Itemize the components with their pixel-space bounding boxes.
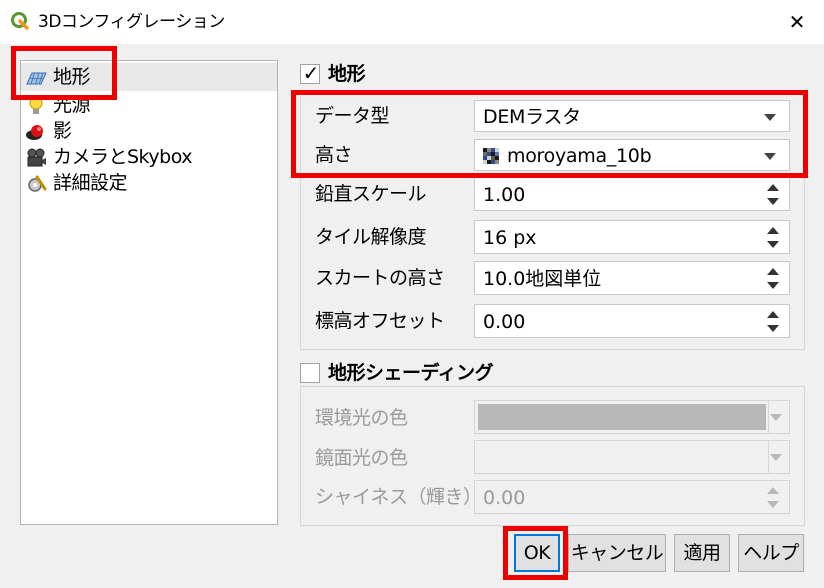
ok-button[interactable]: OK — [514, 534, 560, 572]
skirt-height-label: スカートの高さ — [315, 267, 445, 289]
elevation-offset-label: 標高オフセット — [315, 310, 445, 332]
title-bar: 3Dコンフィグレーション ✕ — [0, 0, 824, 44]
chevron-down-icon — [770, 414, 782, 421]
settings-nav-list: 地形 光源 影 カメラとSkybox 詳細設定 — [20, 60, 278, 525]
checkmark-icon: ✓ — [302, 61, 320, 85]
chevron-down-icon — [770, 454, 782, 461]
spin-down-icon[interactable] — [767, 198, 779, 205]
spin-up-icon[interactable] — [767, 268, 779, 275]
terrain-shading-title: 地形シェーディング — [328, 362, 494, 384]
specular-color-swatch — [478, 444, 766, 470]
spin-down-icon[interactable] — [767, 282, 779, 289]
data-type-dropdown[interactable]: DEMラスタ — [474, 100, 790, 132]
elevation-layer-dropdown[interactable]: moroyama_10b — [474, 139, 790, 171]
specular-color-button[interactable] — [474, 440, 790, 474]
specular-color-label: 鏡面光の色 — [315, 447, 408, 469]
nav-item-camera-skybox[interactable]: カメラとSkybox — [21, 143, 277, 171]
elevation-offset-value: 0.00 — [483, 311, 526, 333]
spin-up-icon[interactable] — [767, 487, 779, 494]
spin-down-icon[interactable] — [767, 325, 779, 332]
terrain-icon — [26, 72, 47, 85]
shininess-value: 0.00 — [483, 487, 526, 509]
spin-down-icon[interactable] — [767, 501, 779, 508]
nav-item-light[interactable]: 光源 — [21, 91, 277, 119]
data-type-value: DEMラスタ — [483, 106, 581, 128]
camera-icon — [27, 148, 46, 167]
nav-item-label: 地形 — [53, 66, 91, 88]
shininess-label: シャイネス（輝き） — [315, 486, 482, 508]
tile-resolution-value: 16 px — [483, 227, 537, 249]
shininess-spinbox[interactable]: 0.00 — [474, 480, 790, 514]
nav-item-shadow[interactable]: 影 — [21, 117, 277, 145]
shadow-icon — [26, 125, 43, 140]
cancel-button[interactable]: キャンセル — [568, 534, 666, 572]
ambient-color-button[interactable] — [474, 400, 790, 434]
vertical-scale-spinbox[interactable]: 1.00 — [474, 177, 790, 211]
elevation-layer-value: moroyama_10b — [507, 145, 652, 167]
data-type-label: データ型 — [315, 105, 390, 127]
nav-item-advanced[interactable]: 詳細設定 — [21, 169, 277, 197]
tile-resolution-spinbox[interactable]: 16 px — [474, 220, 790, 254]
terrain-group-checkbox[interactable]: ✓ — [300, 61, 320, 85]
apply-button[interactable]: 適用 — [674, 534, 730, 572]
vertical-scale-value: 1.00 — [483, 184, 526, 206]
light-bulb-icon — [29, 96, 43, 114]
help-button[interactable]: ヘルプ — [738, 534, 804, 572]
nav-item-label: 詳細設定 — [53, 172, 128, 194]
nav-item-terrain[interactable]: 地形 — [21, 63, 277, 91]
qgis-logo-icon — [11, 12, 29, 30]
advanced-settings-icon — [28, 175, 47, 192]
ambient-color-swatch — [478, 404, 766, 430]
ambient-color-label: 環境光の色 — [315, 407, 408, 429]
vertical-scale-label: 鉛直スケール — [315, 183, 427, 205]
terrain-shading-checkbox[interactable] — [300, 363, 320, 383]
nav-item-label: カメラとSkybox — [53, 146, 192, 168]
elevation-offset-spinbox[interactable]: 0.00 — [474, 304, 790, 338]
spin-up-icon[interactable] — [767, 184, 779, 191]
chevron-down-icon — [764, 114, 776, 121]
skirt-height-value: 10.0地図単位 — [483, 268, 602, 290]
spin-up-icon[interactable] — [767, 311, 779, 318]
tile-resolution-label: タイル解像度 — [315, 226, 427, 248]
window-title: 3Dコンフィグレーション — [38, 12, 225, 32]
close-icon: ✕ — [788, 10, 806, 34]
chevron-down-icon — [764, 153, 776, 160]
elevation-label: 高さ — [315, 144, 353, 166]
spin-up-icon[interactable] — [767, 227, 779, 234]
raster-layer-icon — [483, 148, 499, 164]
terrain-group-title: 地形 — [328, 63, 366, 85]
close-button[interactable]: ✕ — [780, 6, 814, 38]
skirt-height-spinbox[interactable]: 10.0地図単位 — [474, 261, 790, 295]
nav-item-label: 光源 — [53, 94, 91, 116]
nav-item-label: 影 — [53, 120, 72, 142]
spin-down-icon[interactable] — [767, 241, 779, 248]
